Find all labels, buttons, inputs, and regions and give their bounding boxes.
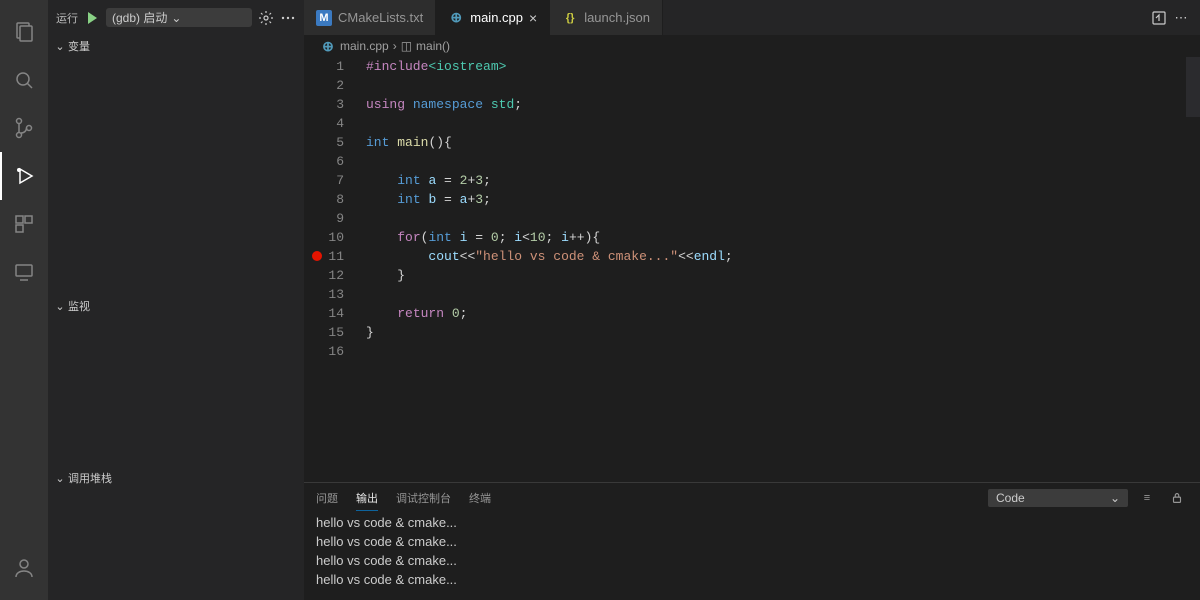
- breadcrumb-symbol: main(): [416, 39, 450, 53]
- output-channel-label: Code: [996, 491, 1025, 505]
- cmake-icon: M: [316, 10, 332, 26]
- chevron-down-icon: ⌄: [52, 472, 68, 485]
- debug-config-select[interactable]: (gdb) 启动 ⌄: [106, 8, 252, 27]
- minimap[interactable]: [1186, 57, 1200, 117]
- json-icon: {}: [562, 10, 578, 26]
- panel-tab-debug-console[interactable]: 调试控制台: [396, 486, 451, 510]
- run-label: 运行: [56, 10, 78, 26]
- code-editor[interactable]: 12345678910111213141516 #include<iostrea…: [304, 57, 1200, 482]
- output-line: hello vs code & cmake...: [316, 551, 1188, 570]
- scm-icon[interactable]: [0, 104, 48, 152]
- output-channel-select[interactable]: Code ⌄: [988, 489, 1128, 507]
- panel-tab-problems[interactable]: 问题: [316, 486, 338, 510]
- tab-launch-json[interactable]: {} launch.json: [550, 0, 663, 35]
- search-icon[interactable]: [0, 56, 48, 104]
- tab-label: main.cpp: [470, 10, 523, 25]
- tab-main-cpp[interactable]: ⊕ main.cpp ×: [436, 0, 550, 35]
- close-icon[interactable]: ×: [529, 10, 537, 26]
- panel-tab-terminal[interactable]: 终端: [469, 486, 491, 510]
- cpp-icon: ⊕: [448, 10, 464, 26]
- debug-sidebar: 运行 (gdb) 启动 ⌄ ⌄ 变量 ⌄ 监视 ⌄ 调用堆栈: [48, 0, 304, 600]
- overflow-icon[interactable]: [280, 10, 296, 26]
- watch-section[interactable]: ⌄ 监视: [48, 295, 304, 317]
- extensions-icon[interactable]: [0, 200, 48, 248]
- chevron-down-icon: ⌄: [52, 40, 68, 53]
- variables-section[interactable]: ⌄ 变量: [48, 35, 304, 57]
- more-actions-icon[interactable]: ⋯: [1170, 7, 1192, 29]
- accounts-icon[interactable]: [0, 544, 48, 592]
- cpp-icon: ⊕: [320, 38, 336, 54]
- code-content: #include<iostream> using namespace std; …: [362, 57, 1200, 482]
- activity-bar: [0, 0, 48, 600]
- chevron-down-icon: ⌄: [171, 11, 181, 25]
- remote-icon[interactable]: [0, 248, 48, 296]
- bottom-panel: 问题 输出 调试控制台 终端 Code ⌄ ≡ hello vs code & …: [304, 482, 1200, 600]
- tab-cmakelists[interactable]: M CMakeLists.txt: [304, 0, 436, 35]
- panel-tabs: 问题 输出 调试控制台 终端 Code ⌄ ≡: [304, 483, 1200, 513]
- editor-tabs: M CMakeLists.txt ⊕ main.cpp × {} launch.…: [304, 0, 1200, 35]
- debug-icon[interactable]: [0, 152, 48, 200]
- breadcrumb[interactable]: ⊕ main.cpp › ◫ main(): [304, 35, 1200, 57]
- breadcrumb-file: main.cpp: [340, 39, 389, 53]
- variables-label: 变量: [68, 38, 90, 54]
- callstack-label: 调用堆栈: [68, 470, 112, 486]
- main-area: M CMakeLists.txt ⊕ main.cpp × {} launch.…: [304, 0, 1200, 600]
- explorer-icon[interactable]: [0, 8, 48, 56]
- debug-config-label: (gdb) 启动: [112, 9, 167, 26]
- variables-body: [48, 57, 304, 295]
- chevron-down-icon: ⌄: [52, 300, 68, 313]
- output-line: hello vs code & cmake...: [316, 570, 1188, 589]
- tab-label: launch.json: [584, 10, 650, 25]
- run-file-icon[interactable]: [1148, 7, 1170, 29]
- panel-tab-output[interactable]: 输出: [356, 486, 378, 511]
- gutter: 12345678910111213141516: [304, 57, 362, 482]
- output-body[interactable]: hello vs code & cmake...hello vs code & …: [304, 513, 1200, 600]
- debug-toolbar: 运行 (gdb) 启动 ⌄: [48, 0, 304, 35]
- callstack-section[interactable]: ⌄ 调用堆栈: [48, 467, 304, 489]
- chevron-right-icon: ›: [393, 39, 397, 53]
- start-debug-button[interactable]: [84, 10, 100, 26]
- lock-icon[interactable]: [1166, 487, 1188, 509]
- breakpoint-marker[interactable]: [312, 251, 322, 261]
- watch-body: [48, 317, 304, 467]
- output-line: hello vs code & cmake...: [316, 513, 1188, 532]
- tab-actions: ⋯: [1140, 0, 1200, 35]
- watch-label: 监视: [68, 298, 90, 314]
- cube-icon: ◫: [401, 39, 412, 53]
- output-line: hello vs code & cmake...: [316, 532, 1188, 551]
- tab-label: CMakeLists.txt: [338, 10, 423, 25]
- word-wrap-icon[interactable]: ≡: [1136, 487, 1158, 509]
- gear-icon[interactable]: [258, 10, 274, 26]
- chevron-down-icon: ⌄: [1110, 491, 1120, 505]
